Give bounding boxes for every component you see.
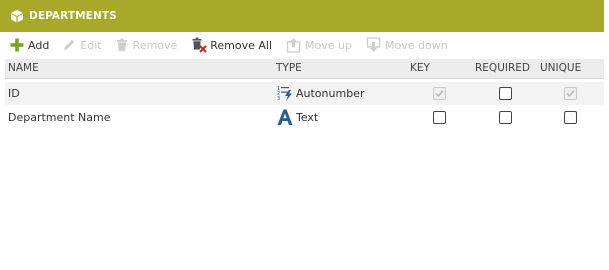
remove-all-icon [191,37,207,53]
move-down-label: Move down [384,38,448,52]
pencil-icon [61,37,77,53]
edit-label: Edit [80,38,102,52]
autonumber-icon: 1 2 3 [276,84,294,102]
remove-button[interactable]: Remove [114,33,178,57]
toolbar: Add Edit Remove Remove All Move up Move … [0,33,604,57]
trash-icon [114,37,130,53]
required-checkbox[interactable] [499,111,512,124]
key-checkbox[interactable] [433,111,446,124]
unique-checkbox[interactable] [564,87,577,100]
panel-header: DEPARTMENTS [0,0,604,32]
move-up-label: Move up [305,38,352,52]
remove-label: Remove [132,38,178,52]
table-row[interactable]: ID 1 2 3 Autonumber [5,82,604,105]
field-name: Department Name [8,111,111,124]
cube-icon [10,9,24,23]
edit-button[interactable]: Edit [61,33,102,57]
field-type-label: Text [296,110,319,124]
field-type: 1 2 3 Autonumber [276,84,364,102]
move-up-icon [286,37,302,53]
move-down-button[interactable]: Move down [366,33,448,57]
column-header-key[interactable]: KEY [410,62,430,74]
field-type-label: Autonumber [296,86,365,100]
remove-all-button[interactable]: Remove All [191,33,272,57]
column-header-unique[interactable]: UNIQUE [540,62,581,74]
text-type-icon [276,108,294,126]
remove-all-label: Remove All [210,38,273,52]
required-checkbox[interactable] [499,87,512,100]
column-header-name[interactable]: NAME [8,62,39,74]
table-header: NAME TYPE KEY REQUIRED UNIQUE [5,59,604,79]
key-checkbox[interactable] [433,87,446,100]
add-button[interactable]: Add [9,33,49,57]
field-type: Text [276,108,318,126]
column-header-type[interactable]: TYPE [276,62,302,74]
column-header-required[interactable]: REQUIRED [475,62,530,74]
field-name: ID [8,87,20,100]
svg-text:3: 3 [277,96,280,102]
plus-icon [9,37,25,53]
table-row[interactable]: Department Name Text [5,106,604,129]
unique-checkbox[interactable] [564,111,577,124]
move-up-button[interactable]: Move up [286,33,352,57]
move-down-icon [366,37,382,53]
add-label: Add [28,38,50,52]
panel-title: DEPARTMENTS [29,10,117,22]
